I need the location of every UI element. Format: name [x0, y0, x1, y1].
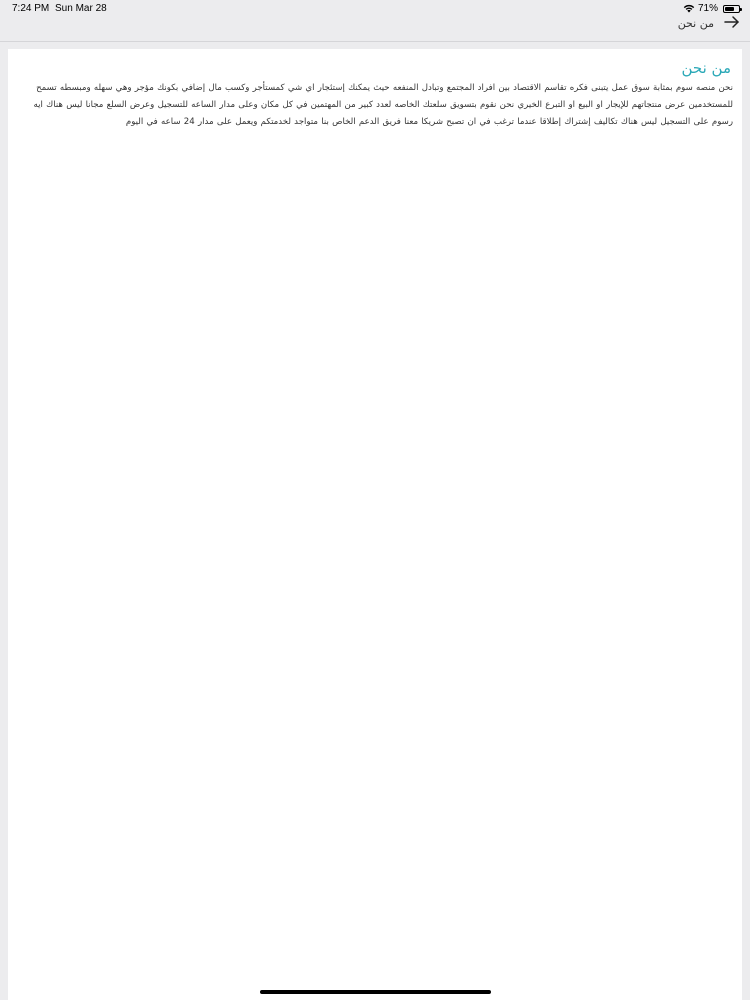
status-time: 7:24 PM [12, 3, 50, 14]
arrow-right-icon[interactable] [723, 13, 741, 31]
nav-bar: من نحن [0, 16, 750, 41]
status-bar: 7:24 PM Sun Mar 28 71% [0, 0, 750, 17]
wifi-icon [683, 4, 695, 13]
about-card: من نحن نحن منصه سوم بمثابة سوق عمل يتبنى… [8, 49, 742, 1000]
about-body: نحن منصه سوم بمثابة سوق عمل يتبنى فكره ت… [33, 83, 733, 127]
battery-fill [725, 6, 735, 11]
nav-title: من نحن [677, 17, 714, 30]
home-indicator[interactable] [260, 990, 491, 994]
about-title: من نحن [681, 59, 732, 77]
nav-divider [0, 41, 750, 42]
battery-icon [723, 4, 742, 13]
status-date: Sun Mar 28 [55, 3, 107, 14]
battery-percent: 71% [697, 3, 718, 14]
